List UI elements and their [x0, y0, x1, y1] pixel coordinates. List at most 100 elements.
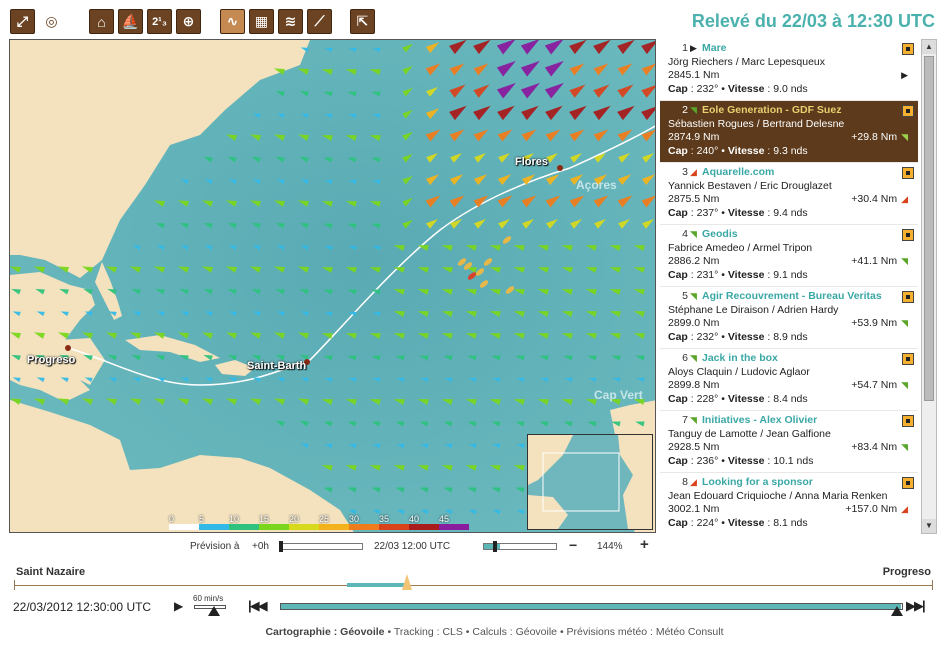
rewind-start-icon[interactable]: |◀◀: [248, 598, 268, 614]
ranking-item[interactable]: 3 ◢ Aquarelle.com Yannick Bestaven / Eric D…: [660, 163, 918, 225]
wind-legend-swatch: [379, 524, 409, 530]
home-icon[interactable]: ⌂: [89, 9, 114, 34]
forecast-slider-knob[interactable]: [279, 541, 283, 552]
wind-legend-swatch: [169, 524, 199, 530]
wind-legend-label: 10: [229, 514, 240, 524]
cap-label: Cap: [668, 268, 688, 281]
delta-trend-icon: ◥: [901, 442, 908, 453]
boat-distance-row: 2899.0 Nm +53.9 Nm ◥: [668, 317, 912, 331]
zoom-out-button[interactable]: −: [569, 537, 577, 553]
boat-visibility-checkbox[interactable]: [902, 43, 914, 55]
boat-visibility-checkbox[interactable]: [902, 353, 914, 365]
forecast-slider[interactable]: [279, 543, 363, 550]
toolbar-group-nav: ⌂ ⛵ 2¹₃ ⊕: [89, 9, 201, 35]
overview-minimap[interactable]: [527, 434, 653, 530]
boat-cap: 236°: [696, 454, 719, 467]
scroll-down-icon[interactable]: ▼: [922, 519, 936, 533]
cap-label: Cap: [668, 516, 688, 529]
boat-cap: 237°: [696, 206, 719, 219]
trend-icon: ◥: [690, 415, 697, 425]
vitesse-label: Vitesse: [727, 268, 765, 281]
route-end-tick: [932, 580, 933, 590]
ranking-item[interactable]: 1 ▶ Mare Jörg Riechers / Marc Lepesqueux 284…: [660, 39, 918, 101]
boat-visibility-checkbox[interactable]: [902, 415, 914, 427]
wind-legend-label: 40: [409, 514, 420, 524]
ranking-item[interactable]: 7 ◥ Initiatives - Alex Olivier Tanguy de La…: [660, 411, 918, 473]
boat-visibility-checkbox[interactable]: [902, 167, 914, 179]
trend-icon: ▶: [690, 43, 697, 53]
ranking-item-header: 6 ◥ Jack in the box: [668, 352, 912, 366]
boat-name[interactable]: Jack in the box: [702, 352, 778, 366]
boat-delta-group: +53.9 Nm ◥: [851, 317, 908, 331]
replay-speed-label: 60 min/s: [193, 594, 224, 603]
ranking-item[interactable]: 2 ◥ Eole Generation - GDF Suez Sébastien Ro…: [660, 101, 918, 163]
route-start-label: Saint Nazaire: [16, 566, 86, 578]
delta-trend-icon: ◥: [901, 318, 908, 329]
fullscreen-icon[interactable]: ⤢: [10, 9, 35, 34]
boat-name[interactable]: Looking for a sponsor: [702, 476, 813, 490]
replay-timeline-knob[interactable]: [891, 606, 903, 616]
ranking-item[interactable]: 4 ◥ Geodis Fabrice Amedeo / Armel Tripon 288…: [660, 225, 918, 287]
boat-skippers: Stéphane Le Diraison / Adrien Hardy: [668, 303, 839, 316]
wind-legend-swatch: [319, 524, 349, 530]
cap-label: Cap: [668, 330, 688, 343]
credits-carto-label: Cartographie :: [265, 626, 338, 638]
wind-legend-swatch: [409, 524, 439, 530]
forward-end-icon[interactable]: ▶▶|: [906, 598, 926, 614]
boat-delta: +30.4 Nm: [851, 193, 898, 206]
boat-visibility-checkbox[interactable]: [902, 229, 914, 241]
ruler-icon[interactable]: ⟋: [307, 9, 332, 34]
boat-distance: 2886.2 Nm: [668, 255, 720, 268]
ranking-item[interactable]: 8 ◢ Looking for a sponsor Jean Edouard Criq…: [660, 473, 918, 534]
ranking-scrollbar[interactable]: ▲ ▼: [921, 39, 937, 534]
ranking-item[interactable]: 6 ◥ Jack in the box Aloys Claquin / Ludovic…: [660, 349, 918, 411]
boat-skippers: Jean Edouard Criquioche / Anna Maria Ren…: [668, 489, 888, 502]
map-view[interactable]: Flores Açores Progreso Saint-Barth Cap V…: [9, 39, 656, 533]
wind-legend-labels: 0 5 10 15 20 25 30 35 40 45: [169, 514, 469, 524]
expand-icon[interactable]: ⇱: [350, 9, 375, 34]
place-cap-vert: Cap Vert: [594, 388, 643, 402]
route-progress-line: [14, 585, 933, 586]
scroll-up-icon[interactable]: ▲: [922, 40, 936, 54]
forecast-label: Prévision à: [190, 541, 240, 552]
ranking-icon[interactable]: 2¹₃: [147, 9, 172, 34]
wind-icon[interactable]: ≋: [278, 9, 303, 34]
place-progreso: Progreso: [27, 354, 76, 366]
scroll-thumb[interactable]: [924, 56, 934, 401]
boat-name[interactable]: Mare: [702, 42, 727, 56]
play-icon[interactable]: ▶: [174, 599, 183, 613]
boat-name[interactable]: Geodis: [702, 228, 738, 242]
boat-name[interactable]: Aquarelle.com: [702, 166, 774, 180]
fleet-position-marker: [402, 574, 412, 590]
boat-name[interactable]: Initiatives - Alex Olivier: [702, 414, 817, 428]
grid-icon[interactable]: ▦: [249, 9, 274, 34]
zoom-slider-knob[interactable]: [493, 541, 497, 552]
boat-name[interactable]: Agir Recouvrement - Bureau Veritas: [702, 290, 882, 304]
zoom-add-icon[interactable]: ⊕: [176, 9, 201, 34]
boat-speed: 9.1 nds: [773, 268, 808, 281]
replay-speed-knob[interactable]: [208, 606, 220, 616]
trend-icon: ◢: [690, 477, 697, 487]
progreso-marker: [65, 345, 71, 351]
ranking-item[interactable]: 5 ◥ Agir Recouvrement - Bureau Veritas Stép…: [660, 287, 918, 349]
boat-visibility-checkbox[interactable]: [902, 105, 914, 117]
zoom-in-button[interactable]: +: [640, 536, 649, 553]
globe-icon[interactable]: ◎: [39, 9, 64, 34]
boat-name[interactable]: Eole Generation - GDF Suez: [702, 104, 841, 118]
wind-legend-bar: [169, 524, 469, 530]
trend-icon: ◥: [690, 291, 697, 301]
trend-icon: ◢: [690, 167, 697, 177]
boat-cap: 231°: [696, 268, 719, 281]
boat-visibility-checkbox[interactable]: [902, 477, 914, 489]
boat-speed: 8.4 nds: [773, 392, 808, 405]
boat-delta-group: +54.7 Nm ◥: [851, 379, 908, 393]
boat-visibility-checkbox[interactable]: [902, 291, 914, 303]
boat-delta-group: +29.8 Nm ◥: [851, 131, 908, 145]
boat-speed: 9.0 nds: [773, 82, 808, 95]
boat-delta: +41.1 Nm: [851, 255, 898, 268]
place-flores: Flores: [515, 156, 549, 168]
track-icon[interactable]: ∿: [220, 9, 245, 34]
toolbar-group-extra: ⇱: [350, 9, 375, 35]
delta-trend-icon: ◥: [901, 256, 908, 267]
sailboat-icon[interactable]: ⛵: [118, 9, 143, 34]
